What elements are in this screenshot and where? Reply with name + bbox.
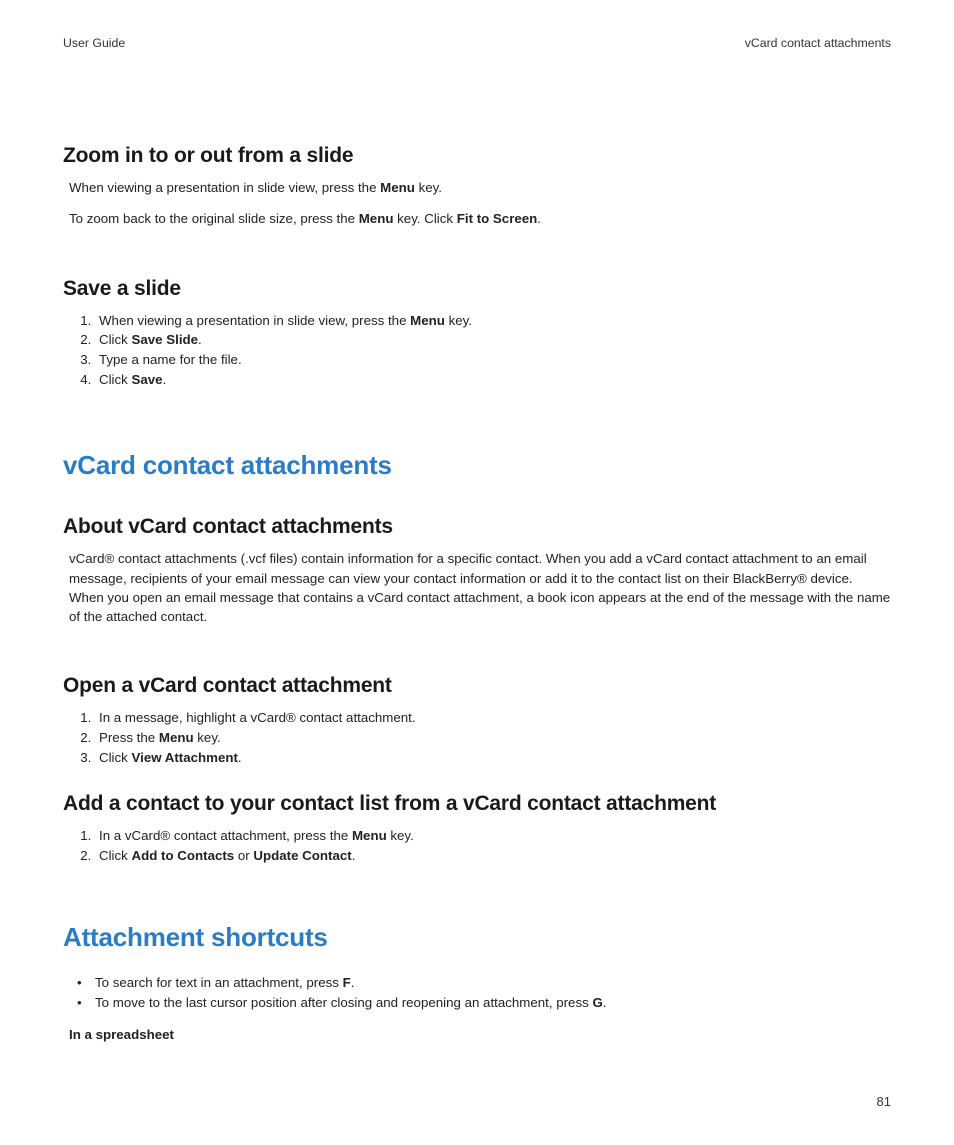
text: Press the (99, 730, 159, 745)
bold-menu: Menu (359, 211, 394, 226)
document-page: User Guide vCard contact attachments Zoo… (0, 0, 954, 1145)
bold-key-g: G (592, 995, 602, 1010)
text: key. (387, 828, 414, 843)
bold-key-f: F (343, 975, 351, 990)
subheading-in-spreadsheet: In a spreadsheet (69, 1027, 891, 1042)
text: . (351, 975, 355, 990)
heading-zoom: Zoom in to or out from a slide (63, 144, 891, 168)
text: To move to the last cursor position afte… (95, 995, 592, 1010)
list-item: Click Save. (95, 370, 891, 390)
page-number: 81 (877, 1094, 891, 1109)
text: Click (99, 332, 132, 347)
text: When viewing a presentation in slide vie… (99, 313, 410, 328)
save-slide-steps: When viewing a presentation in slide vie… (69, 311, 891, 391)
zoom-paragraph-1: When viewing a presentation in slide vie… (69, 178, 891, 197)
header-right: vCard contact attachments (745, 36, 891, 50)
heading-vcard-major: vCard contact attachments (63, 450, 891, 481)
text: In a vCard® contact attachment, press th… (99, 828, 352, 843)
text: . (603, 995, 607, 1010)
bold-fit-to-screen: Fit to Screen (457, 211, 538, 226)
heading-open-vcard: Open a vCard contact attachment (63, 674, 891, 698)
text: To zoom back to the original slide size,… (69, 211, 359, 226)
bold-view-attachment: View Attachment (132, 750, 238, 765)
text: key. (445, 313, 472, 328)
text: key. (194, 730, 221, 745)
heading-about-vcard: About vCard contact attachments (63, 515, 891, 539)
shortcuts-list: To search for text in an attachment, pre… (73, 973, 891, 1013)
list-item: To move to the last cursor position afte… (95, 993, 891, 1013)
list-item: To search for text in an attachment, pre… (95, 973, 891, 993)
about-vcard-body: vCard® contact attachments (.vcf files) … (69, 549, 891, 626)
bold-menu: Menu (410, 313, 445, 328)
list-item: In a message, highlight a vCard® contact… (95, 708, 891, 728)
bold-menu: Menu (159, 730, 194, 745)
text: Click (99, 372, 132, 387)
list-item: Click Save Slide. (95, 330, 891, 350)
page-header: User Guide vCard contact attachments (63, 36, 891, 50)
text: Click (99, 750, 132, 765)
text: To search for text in an attachment, pre… (95, 975, 343, 990)
text: When viewing a presentation in slide vie… (69, 180, 380, 195)
text: . (238, 750, 242, 765)
bold-menu: Menu (352, 828, 387, 843)
list-item: In a vCard® contact attachment, press th… (95, 826, 891, 846)
header-left: User Guide (63, 36, 125, 50)
list-item: Type a name for the file. (95, 350, 891, 370)
heading-attachment-shortcuts: Attachment shortcuts (63, 922, 891, 953)
heading-save-slide: Save a slide (63, 277, 891, 301)
heading-add-contact: Add a contact to your contact list from … (63, 792, 891, 816)
text: key. Click (393, 211, 456, 226)
open-vcard-steps: In a message, highlight a vCard® contact… (69, 708, 891, 768)
list-item: Press the Menu key. (95, 728, 891, 748)
text: or (234, 848, 253, 863)
bold-menu: Menu (380, 180, 415, 195)
bold-save: Save (132, 372, 163, 387)
text: . (537, 211, 541, 226)
list-item: When viewing a presentation in slide vie… (95, 311, 891, 331)
zoom-paragraph-2: To zoom back to the original slide size,… (69, 209, 891, 228)
text: . (198, 332, 202, 347)
text: . (163, 372, 167, 387)
text: Click (99, 848, 132, 863)
bold-add-to-contacts: Add to Contacts (132, 848, 235, 863)
bold-save-slide: Save Slide (132, 332, 199, 347)
list-item: Click Add to Contacts or Update Contact. (95, 846, 891, 866)
add-contact-steps: In a vCard® contact attachment, press th… (69, 826, 891, 866)
text: . (352, 848, 356, 863)
text: key. (415, 180, 442, 195)
list-item: Click View Attachment. (95, 748, 891, 768)
bold-update-contact: Update Contact (253, 848, 351, 863)
